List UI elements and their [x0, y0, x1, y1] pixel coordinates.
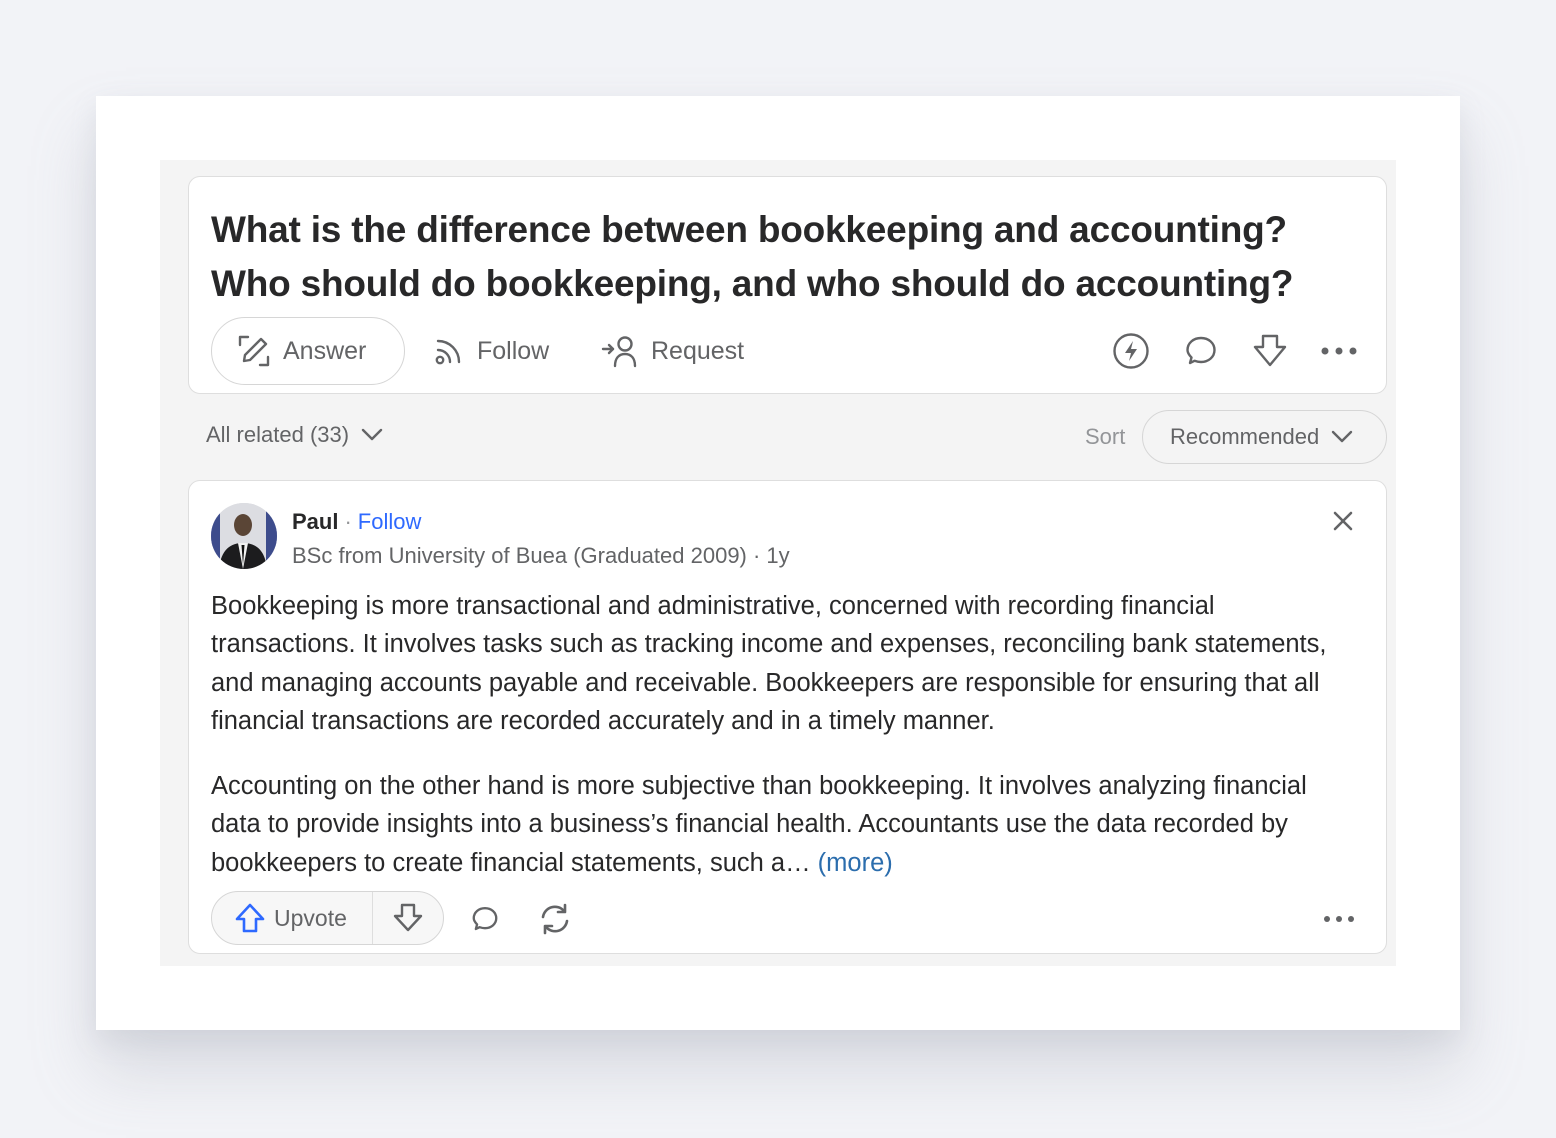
- question-action-row: Answer Follow Request: [211, 317, 1371, 385]
- request-person-icon: [601, 336, 637, 368]
- upvote-label: Upvote: [274, 904, 347, 931]
- rss-follow-icon: [435, 339, 461, 365]
- upvote-button[interactable]: Upvote: [212, 892, 373, 944]
- question-title-line-2: Who should do bookkeeping, and who shoul…: [211, 263, 1294, 304]
- content-panel: What is the difference between bookkeepi…: [160, 160, 1396, 966]
- request-label: Request: [651, 336, 745, 365]
- answer-paragraph-text: Accounting on the other hand is more sub…: [211, 772, 1307, 877]
- more-horizontal-icon: [1324, 916, 1354, 922]
- sort-label: Sort: [1085, 424, 1126, 449]
- share-button[interactable]: [535, 899, 575, 939]
- answer-more-button[interactable]: [1319, 899, 1359, 939]
- close-icon: [1333, 511, 1353, 531]
- more-link[interactable]: (more): [818, 849, 893, 877]
- comment-icon: [472, 907, 498, 931]
- sort-dropdown[interactable]: Recommended: [1142, 410, 1387, 464]
- share-refresh-icon: [541, 903, 569, 935]
- author-name[interactable]: Paul: [292, 509, 338, 535]
- author-credential: BSc from University of Buea (Graduated 2…: [292, 543, 790, 568]
- chevron-down-icon: [361, 428, 383, 441]
- follow-question-button[interactable]: Follow: [433, 317, 549, 385]
- follow-label: Follow: [477, 336, 550, 365]
- answer-paragraph: Bookkeeping is more transactional and ad…: [211, 592, 1327, 735]
- answer-body[interactable]: Bookkeeping is more transactional and ad…: [211, 587, 1361, 909]
- chevron-down-icon: [1331, 430, 1353, 443]
- answer-label: Answer: [283, 336, 367, 365]
- answer-button[interactable]: Answer: [211, 317, 405, 385]
- filter-row: All related (33) Sort Recommended: [188, 410, 1387, 466]
- separator-dot: ·: [344, 509, 352, 534]
- request-button[interactable]: Request: [601, 317, 744, 385]
- spaces-button[interactable]: [1111, 331, 1151, 371]
- upvote-arrow-icon: [235, 903, 265, 933]
- follow-author-link[interactable]: Follow: [358, 509, 422, 535]
- comment-button[interactable]: [1181, 331, 1221, 371]
- lightning-circle-icon: [1113, 333, 1149, 369]
- author-line: Paul · Follow: [292, 509, 421, 535]
- answer-card: Paul · Follow BSc from University of Bue…: [188, 480, 1387, 954]
- question-title-line-1: What is the difference between bookkeepi…: [211, 209, 1287, 250]
- avatar-photo: [211, 503, 277, 569]
- screenshot-frame: What is the difference between bookkeepi…: [96, 96, 1460, 1030]
- downvote-arrow-icon: [1253, 334, 1287, 367]
- pencil-edit-icon: [238, 335, 270, 367]
- all-related-dropdown[interactable]: All related (33): [206, 422, 383, 448]
- downvote-button[interactable]: [373, 892, 443, 944]
- question-card: What is the difference between bookkeepi…: [188, 176, 1387, 394]
- answer-comment-button[interactable]: [465, 899, 505, 939]
- comment-icon: [1186, 336, 1216, 365]
- more-horizontal-icon: [1321, 347, 1357, 355]
- vote-group: Upvote: [211, 891, 444, 945]
- close-button[interactable]: [1325, 503, 1361, 539]
- author-avatar[interactable]: [211, 503, 277, 569]
- downvote-arrow-icon: [393, 903, 423, 932]
- question-title[interactable]: What is the difference between bookkeepi…: [211, 203, 1371, 311]
- more-options-button[interactable]: [1319, 331, 1359, 371]
- all-related-label: All related (33): [206, 422, 350, 447]
- downvote-question-button[interactable]: [1250, 331, 1290, 371]
- answer-paragraph: Accounting on the other hand is more sub…: [211, 767, 1361, 882]
- sort-selected-value: Recommended: [1170, 424, 1320, 449]
